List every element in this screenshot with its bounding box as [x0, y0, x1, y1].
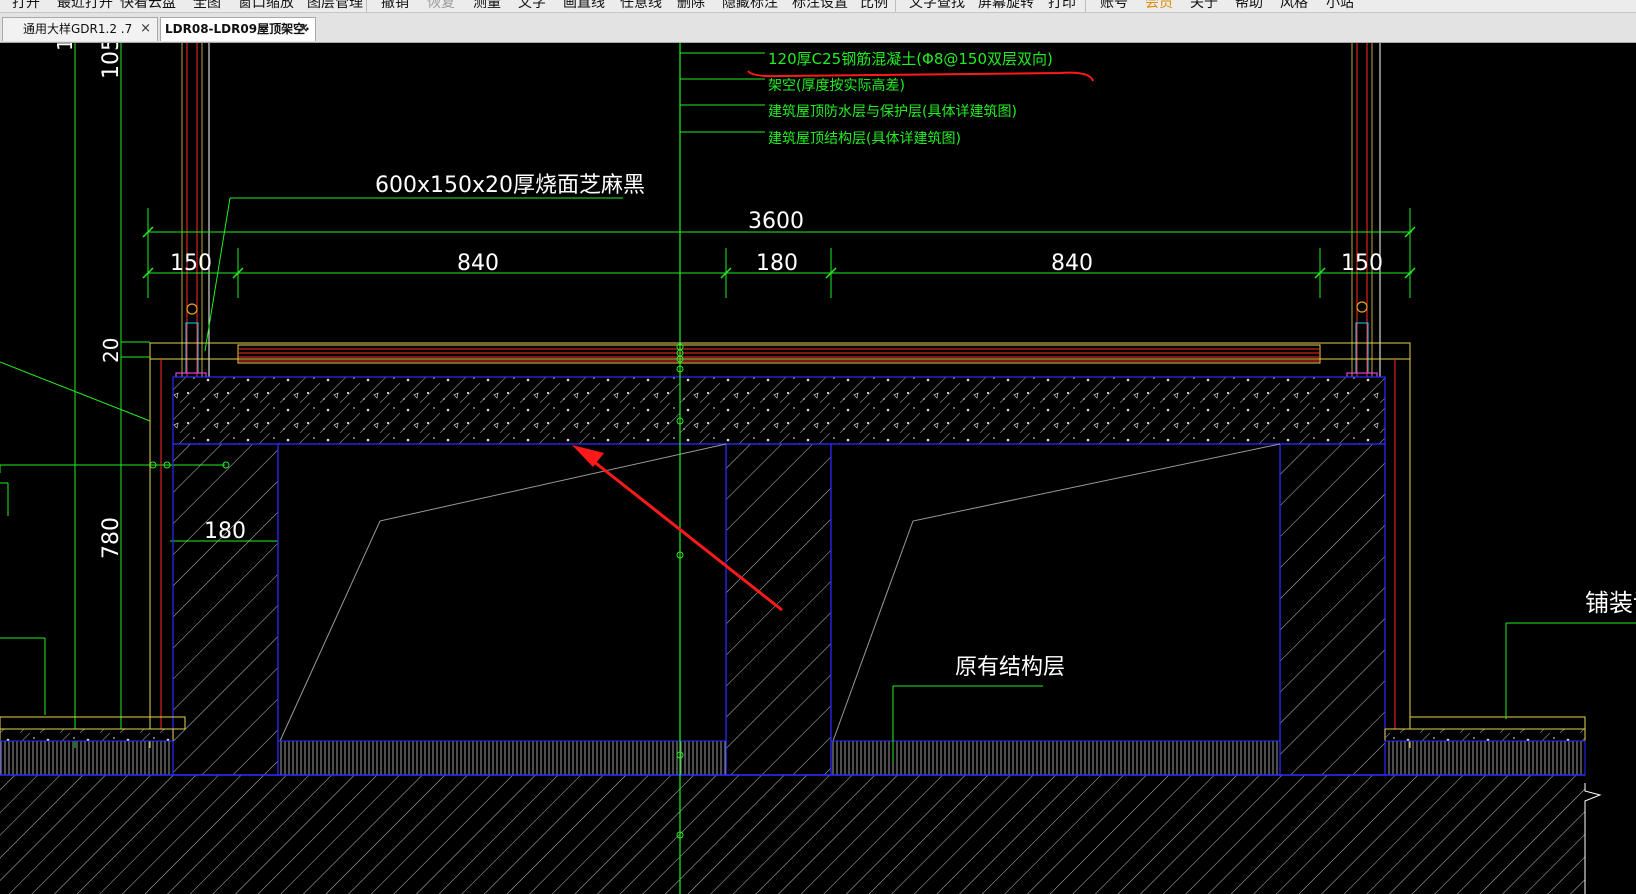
- menu-print[interactable]: 打印: [1048, 0, 1076, 12]
- menu-bar: 打开 最近打开 快看云盘 全图 窗口缩放 图层管理 撤销 恢复 测量 文字 画直…: [0, 0, 1636, 13]
- dimension-top-partial: 1: [53, 43, 77, 51]
- cavity-left: [277, 443, 727, 776]
- menu-rotate-screen[interactable]: 屏幕旋转: [978, 0, 1034, 12]
- right-post: [1346, 43, 1381, 379]
- menu-recent[interactable]: 最近打开: [57, 0, 113, 12]
- pier-center: [725, 443, 832, 776]
- tab-label: 通用大样GDR1.2 .7: [23, 22, 133, 36]
- break-line: [1584, 783, 1602, 894]
- earth-base: [0, 775, 1585, 894]
- tab-roof-overhead[interactable]: LDR08-LDR09屋顶架空· ×: [160, 17, 316, 41]
- cavity-right: [830, 443, 1281, 776]
- note-structural-layer: 建筑屋顶结构层(具体详建筑图): [768, 131, 961, 147]
- menu-undo[interactable]: 撤销: [381, 0, 409, 12]
- pier-left: [172, 443, 279, 776]
- document-tab-bar: 通用大样GDR1.2 .7 × LDR08-LDR09屋顶架空· ×: [0, 13, 1636, 43]
- menu-window-zoom[interactable]: 窗口缩放: [238, 0, 294, 12]
- paving-label: 600x150x20厚烧面芝麻黑: [375, 173, 645, 198]
- menu-layers[interactable]: 图层管理: [307, 0, 363, 12]
- close-icon[interactable]: ×: [140, 18, 151, 40]
- menu-about[interactable]: 关于: [1190, 0, 1218, 12]
- menu-freehand[interactable]: 任意线: [620, 0, 662, 12]
- original-structure-label: 原有结构层: [955, 655, 1065, 680]
- side-ground-left: [0, 716, 186, 776]
- menu-separator: [366, 0, 367, 12]
- left-post: [175, 43, 210, 379]
- dimension-height: 780: [99, 517, 124, 559]
- menu-open[interactable]: 打开: [12, 0, 40, 12]
- menu-draw-line[interactable]: 画直线: [563, 0, 605, 12]
- dimension-segment-1: 150: [170, 251, 212, 276]
- menu-style[interactable]: 风格: [1280, 0, 1308, 12]
- paving-detail-label: 铺装详: [1585, 589, 1636, 617]
- menu-text[interactable]: 文字: [518, 0, 546, 12]
- menu-separator: [1085, 0, 1086, 12]
- menu-site[interactable]: 小站: [1326, 0, 1354, 12]
- menu-annotation-settings[interactable]: 标注设置: [792, 0, 848, 12]
- tab-general-details[interactable]: 通用大样GDR1.2 .7 ×: [2, 17, 158, 41]
- note-air-gap: 架空(厚度按实际高差): [768, 77, 905, 94]
- layer-note-leaders: [680, 52, 765, 133]
- menu-cloud[interactable]: 快看云盘: [120, 0, 176, 12]
- menu-redo[interactable]: 恢复: [427, 0, 455, 12]
- menu-delete[interactable]: 删除: [677, 0, 705, 12]
- tab-label: LDR08-LDR09屋顶架空·: [165, 22, 310, 36]
- menu-measure[interactable]: 测量: [473, 0, 501, 12]
- concrete-slab: [172, 376, 1386, 445]
- dimension-segment-4: 840: [1051, 251, 1093, 276]
- close-icon[interactable]: ×: [298, 18, 309, 40]
- menu-text-search[interactable]: 文字查找: [909, 0, 965, 12]
- menu-account[interactable]: 账号: [1100, 0, 1128, 12]
- dimension-segment-3: 180: [756, 251, 798, 276]
- menu-separator: [895, 0, 896, 12]
- dimension-top-left: 105: [99, 43, 124, 79]
- pier-right: [1279, 443, 1386, 776]
- menu-help[interactable]: 帮助: [1235, 0, 1263, 12]
- dimension-segment-5: 150: [1341, 251, 1383, 276]
- note-concrete-slab: 120厚C25钢筋混凝土(Φ8@150双层双向): [768, 50, 1053, 68]
- side-ground-right: [1384, 716, 1586, 776]
- menu-hide-annotations[interactable]: 隐藏标注: [722, 0, 778, 12]
- menu-full-view[interactable]: 全图: [193, 0, 221, 12]
- menu-vip[interactable]: 会员: [1145, 0, 1173, 12]
- dimension-segment-2: 840: [457, 251, 499, 276]
- drawing-canvas[interactable]: 1 105 20 780 180: [0, 43, 1636, 894]
- dimension-paving-thickness: 20: [99, 338, 123, 363]
- note-waterproof-layer: 建筑屋顶防水层与保护层(具体详建筑图): [768, 104, 1017, 120]
- menu-scale[interactable]: 比例: [860, 0, 888, 12]
- dimension-total: 3600: [748, 209, 804, 234]
